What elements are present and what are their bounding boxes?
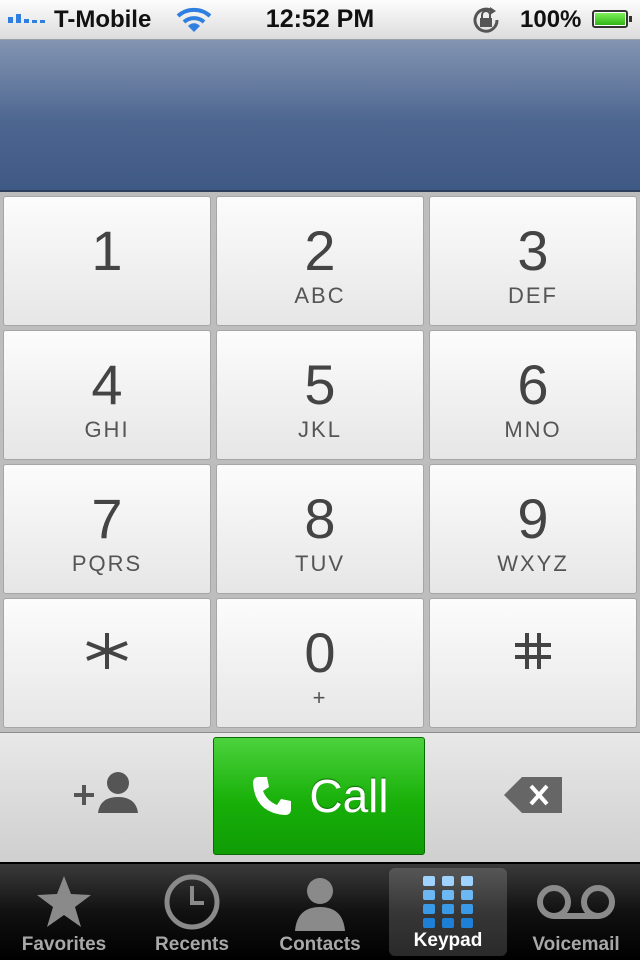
battery-icon	[592, 10, 632, 28]
key-digit: 3	[517, 219, 549, 282]
action-row: Call	[0, 732, 640, 862]
key-digit: 4	[91, 353, 123, 416]
add-contact-icon	[74, 772, 138, 813]
key-letters: WXYZ	[497, 551, 569, 576]
asterisk-icon	[4, 629, 210, 673]
call-label: Call	[309, 770, 389, 822]
tab-label: Contacts	[279, 934, 361, 955]
phone-icon	[253, 777, 292, 815]
status-bar: T-Mobile 12:52 PM 100%	[0, 0, 640, 40]
tab-label: Recents	[155, 934, 229, 955]
key-letters: GHI	[84, 417, 130, 442]
key-letters: TUV	[295, 551, 345, 576]
backspace-icon	[504, 777, 562, 813]
person-icon	[256, 872, 384, 932]
add-contact-button[interactable]	[0, 737, 210, 855]
voicemail-icon	[512, 872, 640, 932]
key-letters: MNO	[504, 417, 562, 442]
key-7[interactable]: 7 PQRS	[3, 464, 211, 594]
tab-favorites[interactable]: Favorites	[0, 864, 128, 960]
key-0[interactable]: 0 +	[216, 598, 424, 728]
key-3[interactable]: 3 DEF	[429, 196, 637, 326]
clock-icon	[128, 872, 256, 932]
key-8[interactable]: 8 TUV	[216, 464, 424, 594]
key-digit: 2	[304, 219, 336, 282]
tab-contacts[interactable]: Contacts	[256, 864, 384, 960]
tab-bar: Favorites Recents Contacts Keypad Voicem…	[0, 864, 640, 960]
key-5[interactable]: 5 JKL	[216, 330, 424, 460]
key-letters: JKL	[298, 417, 342, 442]
tab-label: Favorites	[21, 934, 107, 955]
key-digit: 9	[517, 487, 549, 550]
key-2[interactable]: 2 ABC	[216, 196, 424, 326]
key-1[interactable]: 1	[3, 196, 211, 326]
key-digit: 1	[91, 219, 123, 282]
backspace-button[interactable]	[428, 737, 640, 855]
hash-icon	[430, 629, 636, 673]
key-letters: PQRS	[71, 551, 143, 576]
key-4[interactable]: 4 GHI	[3, 330, 211, 460]
rotation-lock-icon	[473, 7, 499, 33]
call-button[interactable]: Call	[213, 737, 425, 855]
tab-voicemail[interactable]: Voicemail	[512, 864, 640, 960]
tab-label: Keypad	[413, 930, 483, 951]
battery-percent: 100%	[520, 6, 582, 33]
key-6[interactable]: 6 MNO	[429, 330, 637, 460]
tab-recents[interactable]: Recents	[128, 864, 256, 960]
keypad: 1 2 ABC 3 DEF 4 GHI 5 JKL 6 MNO 7 PQRS 8…	[0, 192, 640, 732]
key-digit: 5	[304, 353, 336, 416]
number-display	[0, 40, 640, 192]
key-letters: +	[312, 685, 328, 710]
key-9[interactable]: 9 WXYZ	[429, 464, 637, 594]
key-digit: 0	[304, 621, 336, 684]
key-digit: 6	[517, 353, 549, 416]
keypad-icon	[389, 872, 507, 932]
key-digit: 8	[304, 487, 336, 550]
tab-label: Voicemail	[532, 934, 620, 955]
key-star[interactable]	[3, 598, 211, 728]
key-digit: 7	[91, 487, 123, 550]
key-hash[interactable]	[429, 598, 637, 728]
tab-keypad[interactable]: Keypad	[389, 868, 507, 956]
star-icon	[0, 872, 128, 932]
key-letters: DEF	[508, 283, 558, 308]
key-letters: ABC	[294, 283, 346, 308]
